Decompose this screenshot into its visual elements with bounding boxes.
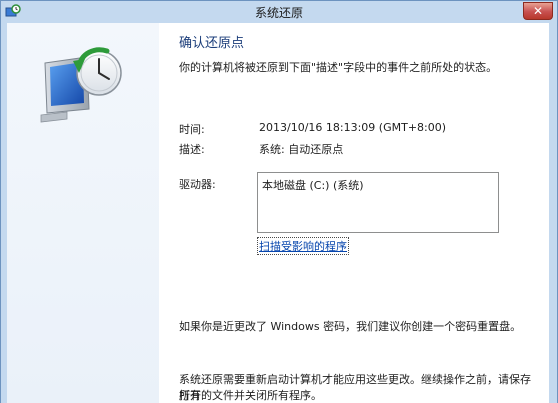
scan-affected-programs-link[interactable]: 扫描受影响的程序 — [257, 237, 349, 255]
title-bar[interactable]: 系统还原 ✕ — [1, 1, 557, 23]
close-button[interactable]: ✕ — [523, 2, 553, 20]
description-label: 描述: — [179, 143, 205, 156]
client-area: 确认还原点 你的计算机将被还原到下面"描述"字段中的事件之前所处的状态。 时间:… — [7, 23, 549, 403]
restart-note-line2: 打开的文件并关闭所有程序。 — [179, 389, 322, 402]
system-restore-window: 系统还原 ✕ 确认还原点 你的计算机将被还原到下面"描述"字段中的事件之前所处的… — [0, 0, 558, 403]
password-note: 如果你是近更改了 Windows 密码，我们建议你创建一个密码重置盘。 — [179, 320, 522, 333]
time-value: 2013/10/16 18:13:09 (GMT+8:00) — [259, 121, 447, 134]
window-title: 系统还原 — [254, 6, 303, 20]
drives-list[interactable]: 本地磁盘 (C:) (系统) — [257, 172, 499, 233]
drive-item-c[interactable]: 本地磁盘 (C:) (系统) — [262, 177, 494, 193]
right-frame — [549, 23, 557, 403]
intro-text: 你的计算机将被还原到下面"描述"字段中的事件之前所处的状态。 — [179, 61, 498, 74]
description-value: 系统: 自动还原点 — [259, 143, 344, 156]
system-restore-computer-clock-icon — [40, 47, 122, 123]
page-title: 确认还原点 — [179, 36, 245, 51]
drives-label: 驱动器: — [179, 178, 216, 191]
left-panel — [7, 23, 159, 403]
time-label: 时间: — [179, 123, 205, 136]
